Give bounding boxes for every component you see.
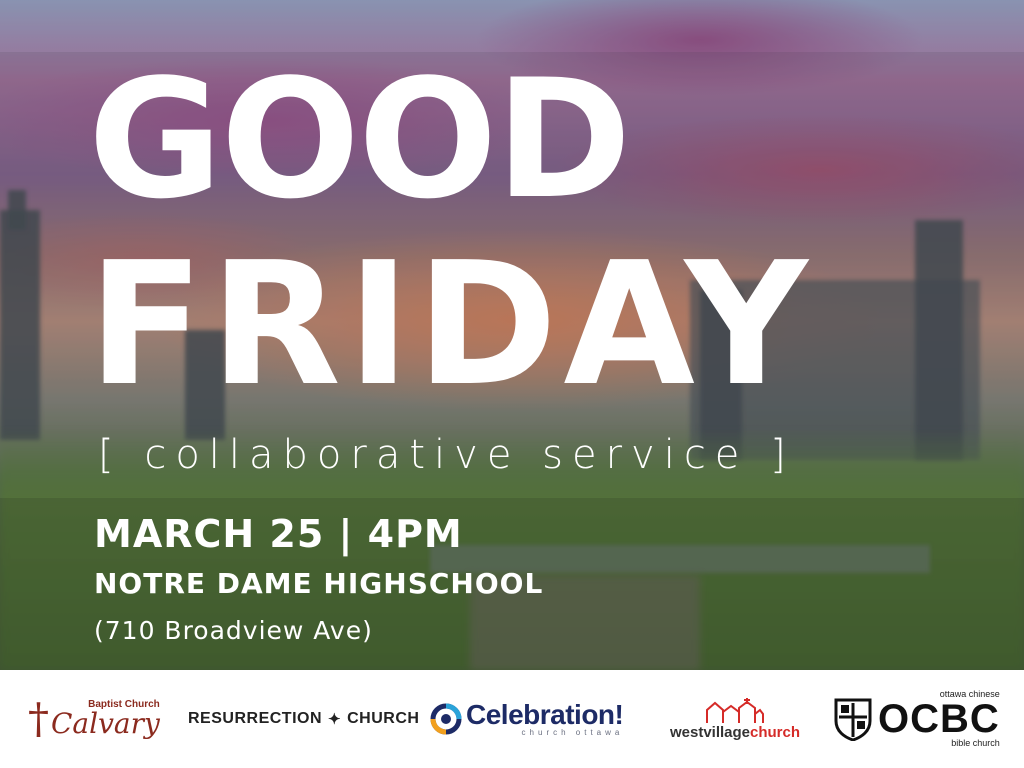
westvillage-church-logo: westvillagechurch [660,670,810,768]
title-line-good: GOOD [88,44,632,235]
venue-name: NOTRE DAME HIGHSCHOOL [94,567,544,600]
venue-address: (710 Broadview Ave) [94,616,373,645]
westvillage-logo-part2: church [750,723,801,741]
celebration-logo-tagline: church ottawa [521,728,624,737]
title-line-friday: FRIDAY [88,226,814,424]
resurrection-church-logo: RESURRECTION ✦ CHURCH [188,670,420,768]
ocbc-logo-name: OCBC [878,697,1000,741]
calvary-logo: † Baptist Church Calvary [28,670,168,768]
ocbc-logo: ottawa chinese OCBC bible church [834,670,1000,768]
westvillage-logo-text: westvillagechurch [670,724,800,741]
sponsor-logo-bar: † Baptist Church Calvary RESURRECTION ✦ … [0,670,1024,768]
date-time: MARCH 25 | 4PM [94,512,463,556]
dove-icon: ✦ [328,711,342,728]
celebration-logo-name: Celebration! [466,699,624,730]
celebration-ring-icon [430,703,462,735]
rooftops-icon [705,697,765,724]
celebration-church-logo: Celebration! church ottawa [430,670,640,768]
shield-icon [834,697,872,741]
resurrection-logo-right: CHURCH [347,710,420,727]
westvillage-logo-part1: westvillage [669,723,751,741]
resurrection-logo-left: RESURRECTION [188,710,323,727]
cross-icon: † [28,694,49,743]
subtitle: [ collaborative service ] [98,432,795,478]
calvary-logo-name: Calvary [51,707,160,740]
